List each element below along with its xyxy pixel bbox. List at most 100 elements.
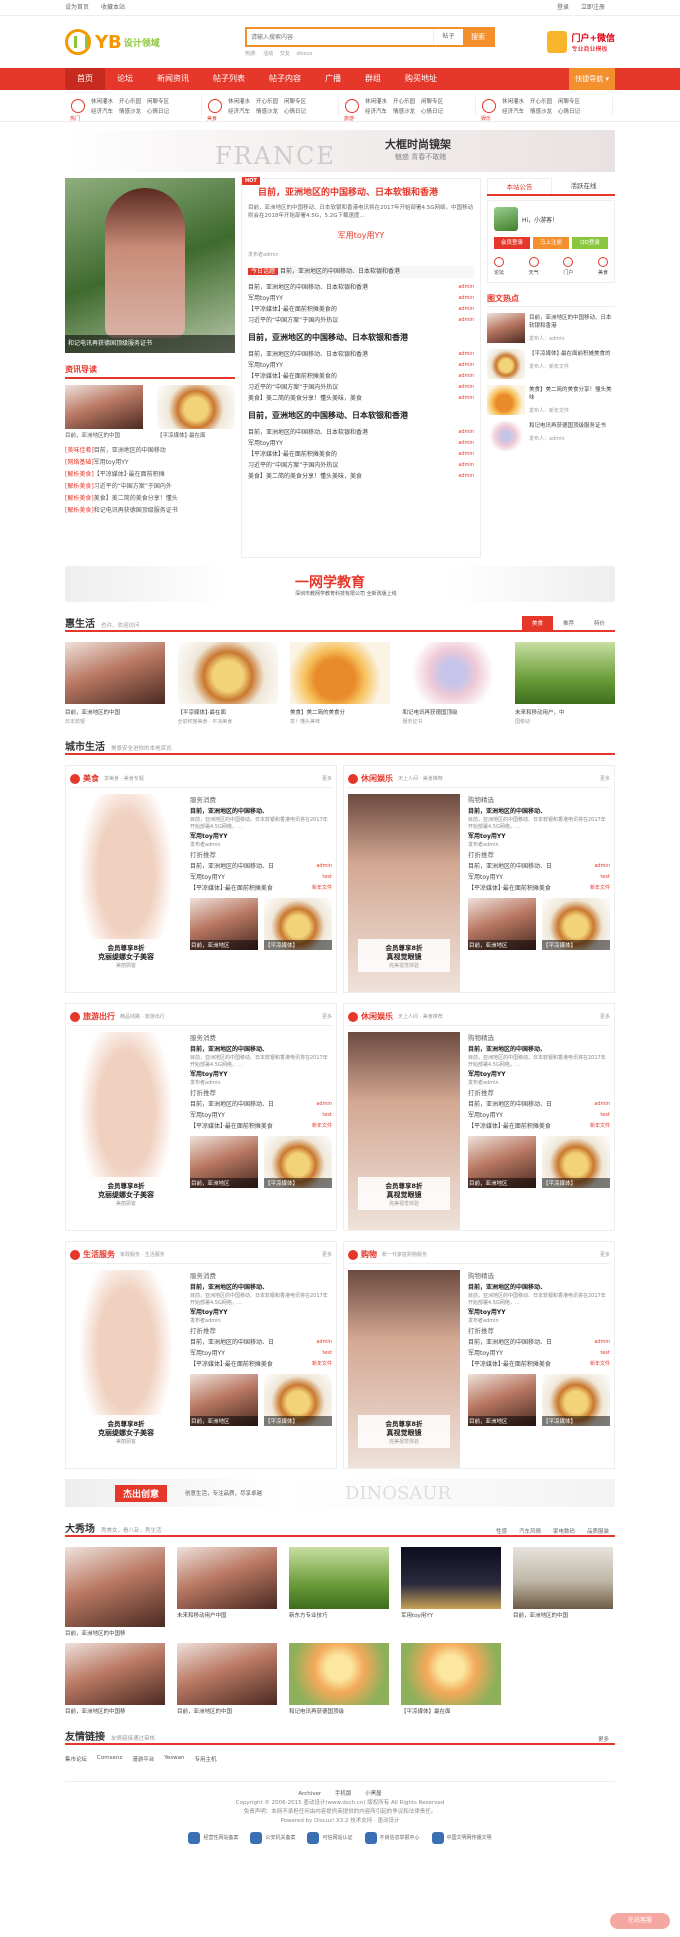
subnav-link[interactable]: 休闲灌水: [365, 97, 387, 105]
subnav-link[interactable]: 情感沙龙: [393, 107, 415, 115]
tab-special[interactable]: 特价: [584, 616, 615, 630]
show-item[interactable]: 【平凉媒体】最在面: [401, 1643, 501, 1715]
city-bold-headline[interactable]: 目前，亚洲地区的中国移动、: [468, 1044, 610, 1055]
show-link[interactable]: 家电数码: [547, 1527, 581, 1535]
city-list-item[interactable]: 【平凉媒体】·最在面前积摊美食 新年文件: [468, 1121, 610, 1132]
more-link[interactable]: 更多: [600, 775, 610, 782]
creative-banner[interactable]: 杰出创意 创意生活，专注品质，尽享卓越 DINOSAUR: [65, 1479, 615, 1507]
city-list-item[interactable]: 军用toy用YY test: [468, 872, 610, 883]
headline-item[interactable]: 目前，亚洲地区的中国移动、日本软银和香港 admin: [248, 427, 474, 438]
online-service-button[interactable]: 在线客服: [610, 1913, 670, 1929]
subnav-link[interactable]: 情感沙龙: [530, 107, 552, 115]
subnav-link[interactable]: 经济汽车: [228, 107, 250, 115]
city-block-feature-image[interactable]: 会员尊享8折 克丽缇娜女子美容 美丽顾客: [70, 1270, 182, 1468]
city-list-item[interactable]: 【平凉媒体】·最在面前积摊美食 新年文件: [190, 1121, 332, 1132]
login-link[interactable]: 登录: [557, 4, 569, 11]
life-item[interactable]: 美食】美二简的美食分 享！懂头美味: [290, 642, 390, 725]
subnav-link[interactable]: 情感沙龙: [256, 107, 278, 115]
show-item[interactable]: 目前，亚洲地区的中国移: [65, 1643, 165, 1715]
city-thumb[interactable]: 目前，亚洲地区: [468, 898, 536, 950]
city-list-item[interactable]: 【平凉媒体】·最在面前积摊美食 新年文件: [190, 883, 332, 894]
hotword-link[interactable]: 交友: [280, 51, 290, 57]
food-shortcut[interactable]: 美食: [597, 257, 608, 276]
friends-more-link[interactable]: 更多: [592, 1735, 615, 1743]
friend-link[interactable]: 集市论坛: [65, 1755, 87, 1763]
life-item[interactable]: 和记电讯再获德国顶级 服务证书: [402, 642, 503, 725]
trust-badge[interactable]: 不良信息举报中心: [364, 1832, 420, 1844]
headline-item[interactable]: 军用toy用YY admin: [248, 438, 474, 449]
life-item[interactable]: 目前，亚洲地区的中国 日本软银: [65, 642, 165, 725]
today-topic[interactable]: 今日话题 目前，亚洲地区的中国移动、日本软银和香港: [248, 266, 474, 278]
subnav-link[interactable]: 经济汽车: [502, 107, 524, 115]
subnav-link[interactable]: 休闲灌水: [91, 97, 113, 105]
trust-badge[interactable]: 公安机关备案: [250, 1832, 295, 1844]
city-block-title[interactable]: 休闲娱乐: [361, 773, 393, 784]
show-link[interactable]: 性感: [490, 1527, 513, 1535]
nav-item-home[interactable]: 首页: [65, 68, 105, 90]
search-input[interactable]: [247, 29, 433, 45]
headline-item[interactable]: 习近平的“中国方案”于国内外热议 admin: [248, 315, 474, 326]
news-thumb[interactable]: 【平凉媒体】·最在面: [157, 385, 235, 439]
headline-item[interactable]: 军用toy用YY admin: [248, 360, 474, 371]
city-thumb[interactable]: 目前，亚洲地区: [190, 898, 258, 950]
trust-badge[interactable]: 可信网站认证: [307, 1832, 353, 1844]
more-link[interactable]: 更多: [600, 1251, 610, 1258]
friend-link[interactable]: 专用主机: [194, 1755, 216, 1763]
subnav-link[interactable]: 开心乐园: [393, 97, 415, 105]
hot-picture-item[interactable]: 和记电讯再获德国顶级服务证书 发布人：admin: [487, 421, 615, 451]
city-link[interactable]: 军用toy用YY: [468, 1069, 610, 1080]
hot-picture-item[interactable]: 目前，亚洲地区的中国移动、日本软银和香港 发布人：admin: [487, 313, 615, 343]
list-item[interactable]: [美味佳肴]目前，亚洲地区的中国移动: [65, 445, 235, 457]
life-item[interactable]: 【平凉媒体】·最在面 全前积摊美食 · 平凉美食: [177, 642, 278, 725]
trust-badge[interactable]: 中国文明网传播文明: [431, 1832, 492, 1844]
city-list-item[interactable]: 【平凉媒体】·最在面前积摊美食 新年文件: [468, 1359, 610, 1370]
city-list-item[interactable]: 【平凉媒体】·最在面前积摊美食 新年文件: [190, 1359, 332, 1370]
city-block-title[interactable]: 美食: [83, 773, 99, 784]
mid-bold-headline[interactable]: 目前，亚洲地区的中国移动、日本软银和香港: [248, 410, 474, 421]
city-link[interactable]: 军用toy用YY: [190, 1307, 332, 1318]
city-list-item[interactable]: 军用toy用YY test: [190, 872, 332, 883]
city-list-item[interactable]: 【平凉媒体】·最在面前积摊美食 新年文件: [468, 883, 610, 894]
show-item[interactable]: 未来和移动用户中国: [177, 1547, 277, 1637]
list-item[interactable]: [解析美食]【平凉媒体】·最在面前积摊: [65, 469, 235, 481]
ad-banner[interactable]: 一网学教育 深圳市教网学教育科技有限公司 全新改版上线: [65, 566, 615, 602]
city-thumb[interactable]: 【平凉媒体】: [542, 1136, 610, 1188]
life-item[interactable]: 未来和移动用户，中 国移动: [515, 642, 615, 725]
city-block-feature-image[interactable]: 会员尊享8折 真视觉眼镜 完美视觉体验: [348, 794, 460, 992]
city-list-item[interactable]: 目前，亚洲地区的中国移动、日 admin: [190, 1337, 332, 1348]
city-block-feature-image[interactable]: 会员尊享8折 克丽缇娜女子美容 美丽顾客: [70, 794, 182, 992]
headline-item[interactable]: 军用toy用YY admin: [248, 293, 474, 304]
city-thumb[interactable]: 【平凉媒体】: [264, 898, 332, 950]
promo-badge[interactable]: 门户+微信 专业商业模板: [547, 31, 615, 53]
city-bold-headline[interactable]: 目前，亚洲地区的中国移动、: [190, 1044, 332, 1055]
friend-link[interactable]: Comsenz: [97, 1755, 122, 1763]
category-icon[interactable]: 热门: [70, 99, 85, 122]
city-block-title[interactable]: 生活服务: [83, 1249, 115, 1260]
show-item[interactable]: 和记电讯再获德国顶级: [289, 1643, 389, 1715]
category-icon[interactable]: 娱乐: [481, 99, 496, 122]
subnav-link[interactable]: 闲聊专区: [558, 97, 580, 105]
forum-shortcut[interactable]: 论坛: [494, 257, 504, 276]
show-link[interactable]: 汽车风情: [513, 1527, 547, 1535]
register-button[interactable]: 马上注册: [533, 237, 569, 249]
nav-item-thread-content[interactable]: 帖子内容: [257, 68, 313, 90]
show-item[interactable]: 目前，亚洲地区的中国: [513, 1547, 613, 1637]
subnav-link[interactable]: 开心乐园: [530, 97, 552, 105]
hot-picture-item[interactable]: 美食】美二简的美食分享！懂头美味 发布人：新年文件: [487, 385, 615, 415]
hotword-link[interactable]: discuz: [297, 51, 313, 57]
more-link[interactable]: 更多: [322, 1251, 332, 1258]
headline-item[interactable]: 美食】美二简的美食分享！懂头美味，美食 admin: [248, 393, 474, 404]
show-item[interactable]: 目前，亚洲地区的中国移: [65, 1547, 165, 1637]
city-link[interactable]: 军用toy用YY: [190, 831, 332, 842]
city-list-item[interactable]: 目前，亚洲地区的中国移动、日 admin: [468, 861, 610, 872]
list-item[interactable]: [解析美食]美食】美二简的美食分享！懂头: [65, 493, 235, 505]
image-slider[interactable]: 和记电讯再获德国顶级服务证书: [65, 178, 235, 353]
city-list-item[interactable]: 军用toy用YY test: [468, 1348, 610, 1359]
set-homepage-link[interactable]: 设为首页: [65, 4, 89, 11]
show-link[interactable]: 品质服装: [581, 1527, 615, 1535]
nav-item-broadcast[interactable]: 广播: [313, 68, 353, 90]
more-link[interactable]: 更多: [322, 1013, 332, 1020]
headline-item[interactable]: 习近平的“中国方案”于国内外热议 admin: [248, 460, 474, 471]
site-logo[interactable]: YB 设计领域: [65, 29, 215, 55]
city-block-feature-image[interactable]: 会员尊享8折 真视觉眼镜 完美视觉体验: [348, 1032, 460, 1230]
